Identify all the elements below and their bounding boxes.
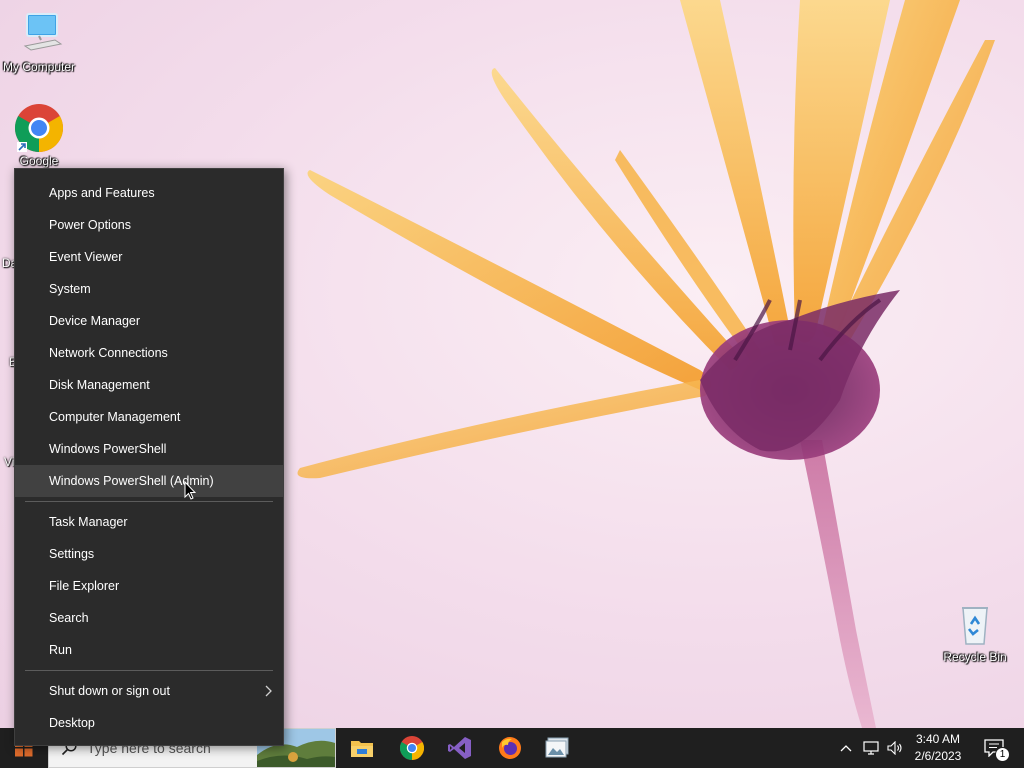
image-viewer-icon <box>545 737 569 758</box>
menu-separator <box>25 501 273 502</box>
notification-count-badge: 1 <box>995 747 1010 762</box>
menu-item-device-manager[interactable]: Device Manager <box>15 305 283 337</box>
recycle-bin-label: Recycle Bin <box>943 650 1007 664</box>
desktop-icon-google-chrome[interactable]: Google <box>0 104 78 168</box>
action-center-button[interactable]: 1 <box>974 728 1014 768</box>
taskbar-chrome[interactable] <box>388 728 436 768</box>
taskbar-file-explorer[interactable] <box>338 728 386 768</box>
taskbar-firefox[interactable] <box>486 728 534 768</box>
menu-item-computer-management[interactable]: Computer Management <box>15 401 283 433</box>
menu-item-event-viewer[interactable]: Event Viewer <box>15 241 283 273</box>
desktop-icon-my-computer[interactable]: My Computer <box>0 10 78 74</box>
desktop-icon-recycle-bin[interactable]: Recycle Bin <box>936 600 1014 664</box>
file-explorer-icon <box>351 741 373 757</box>
menu-item-power-options[interactable]: Power Options <box>15 209 283 241</box>
menu-item-settings[interactable]: Settings <box>15 538 283 570</box>
menu-item-desktop[interactable]: Desktop <box>15 707 283 739</box>
menu-item-shut-down-or-sign-out[interactable]: Shut down or sign out <box>15 675 283 707</box>
visual-studio-icon <box>448 737 471 759</box>
chrome-icon <box>14 104 64 152</box>
show-hidden-icons-button[interactable] <box>836 728 856 768</box>
chrome-label: Google <box>19 154 59 168</box>
menu-separator <box>25 670 273 671</box>
recycle-bin-icon <box>951 600 999 648</box>
chrome-icon <box>400 736 424 760</box>
clock-time: 3:40 AM <box>915 732 961 746</box>
menu-item-run[interactable]: Run <box>15 634 283 666</box>
taskbar-visual-studio[interactable] <box>436 728 484 768</box>
menu-item-windows-powershell-admin[interactable]: Windows PowerShell (Admin) <box>15 465 283 497</box>
menu-item-system[interactable]: System <box>15 273 283 305</box>
taskbar-image-viewer[interactable] <box>534 728 582 768</box>
network-wired-icon <box>863 741 879 755</box>
menu-item-label: Shut down or sign out <box>49 684 170 698</box>
menu-item-apps-and-features[interactable]: Apps and Features <box>15 177 283 209</box>
power-user-menu: Apps and Features Power Options Event Vi… <box>14 168 284 746</box>
menu-item-disk-management[interactable]: Disk Management <box>15 369 283 401</box>
menu-item-search[interactable]: Search <box>15 602 283 634</box>
menu-item-file-explorer[interactable]: File Explorer <box>15 570 283 602</box>
menu-item-windows-powershell[interactable]: Windows PowerShell <box>15 433 283 465</box>
taskbar-clock[interactable]: 3:40 AM 2/6/2023 <box>906 728 970 768</box>
chevron-up-icon <box>840 745 852 752</box>
menu-item-task-manager[interactable]: Task Manager <box>15 506 283 538</box>
my-computer-label: My Computer <box>2 60 76 74</box>
volume-button[interactable] <box>884 728 906 768</box>
desktop-icon-label-fragment: Vi <box>4 455 15 469</box>
computer-icon <box>15 10 63 58</box>
chevron-right-icon <box>265 675 273 707</box>
firefox-icon <box>499 737 521 759</box>
speaker-icon <box>887 741 902 755</box>
mouse-pointer-icon <box>184 480 197 505</box>
clock-date: 2/6/2023 <box>914 749 962 763</box>
network-status-button[interactable] <box>860 728 882 768</box>
menu-item-network-connections[interactable]: Network Connections <box>15 337 283 369</box>
